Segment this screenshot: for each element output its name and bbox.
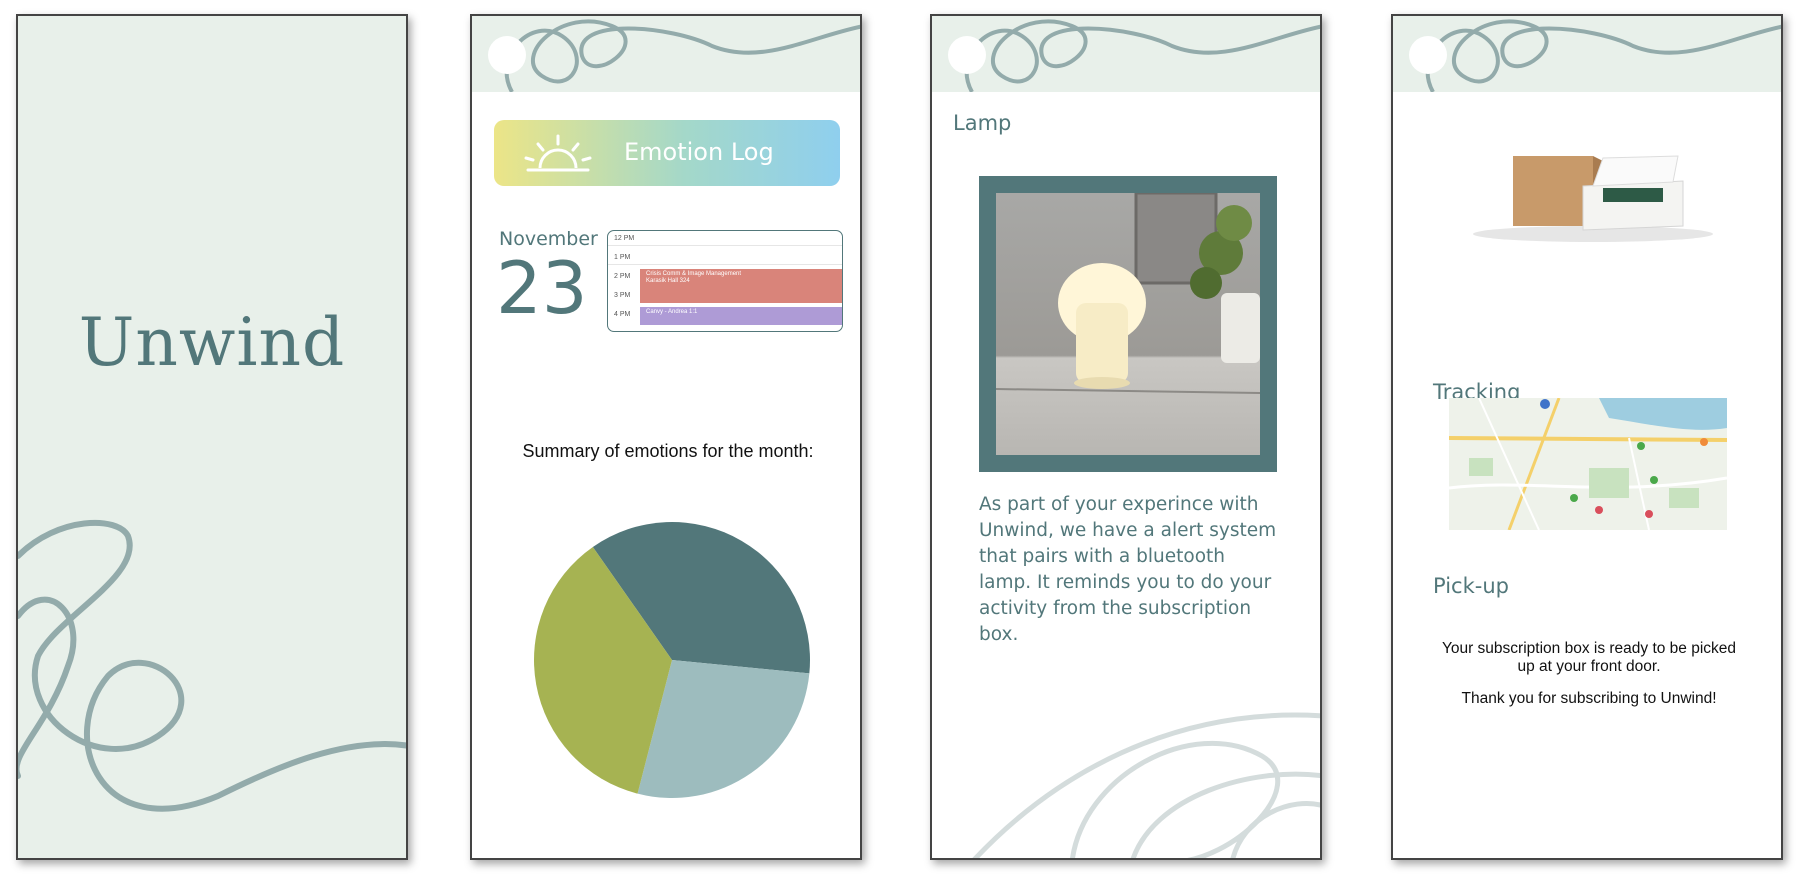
calendar-gridline: [608, 264, 842, 265]
calendar-gridline: [608, 245, 842, 246]
time-label: 2 PM: [614, 273, 631, 280]
emotion-log-screen: Emotion Log November 23 12 PM 1 PM 2 PM …: [470, 14, 862, 860]
date-day: 23: [496, 246, 588, 330]
time-label: 1 PM: [614, 254, 631, 261]
time-label: 3 PM: [614, 292, 631, 299]
calendar-event[interactable]: Crisis Comm & Image Management Karasik H…: [640, 269, 842, 303]
tracking-map[interactable]: [1449, 398, 1727, 530]
event-subtitle: Karasik Hall 324: [646, 278, 690, 285]
lamp-screen: Lamp As part of your experince with Unwi…: [930, 14, 1322, 860]
swirl-decoration: [18, 519, 406, 812]
camera-dot: [488, 36, 526, 74]
time-label: 12 PM: [614, 235, 635, 242]
pickup-message: Your subscription box is ready to be pic…: [1441, 640, 1737, 675]
sunrise-icon: [524, 134, 592, 172]
swirl-decoration: [972, 712, 1320, 858]
calendar-widget[interactable]: 12 PM 1 PM 2 PM 3 PM 4 PM Crisis Comm & …: [607, 230, 843, 332]
emotion-log-title: Emotion Log: [624, 138, 774, 166]
calendar-event[interactable]: Canvy - Andrea 1:1: [640, 307, 842, 325]
splash-screen: Unwind: [16, 14, 408, 860]
header-band: [472, 16, 860, 92]
emotion-pie-chart: [534, 522, 810, 798]
swirl-decoration: [504, 19, 860, 92]
tracking-screen: Tracking Pick-up Your subscription box i…: [1391, 14, 1783, 860]
pickup-title: Pick-up: [1433, 574, 1509, 598]
event-title: Crisis Comm & Image Management: [646, 271, 742, 277]
header-band: [1393, 16, 1781, 92]
subscription-box-image: [1473, 155, 1713, 242]
map-graphic: [1449, 398, 1727, 530]
thanks-message: Thank you for subscribing to Unwind!: [1461, 690, 1717, 707]
camera-dot: [1409, 36, 1447, 74]
event-title: Canvy - Andrea 1:1: [646, 309, 698, 315]
swirl-decoration: [1425, 19, 1781, 92]
time-label: 4 PM: [614, 311, 631, 318]
summary-title: Summary of emotions for the month:: [522, 441, 814, 461]
emotion-log-banner[interactable]: Emotion Log: [494, 120, 840, 186]
app-title: Unwind: [78, 304, 346, 381]
